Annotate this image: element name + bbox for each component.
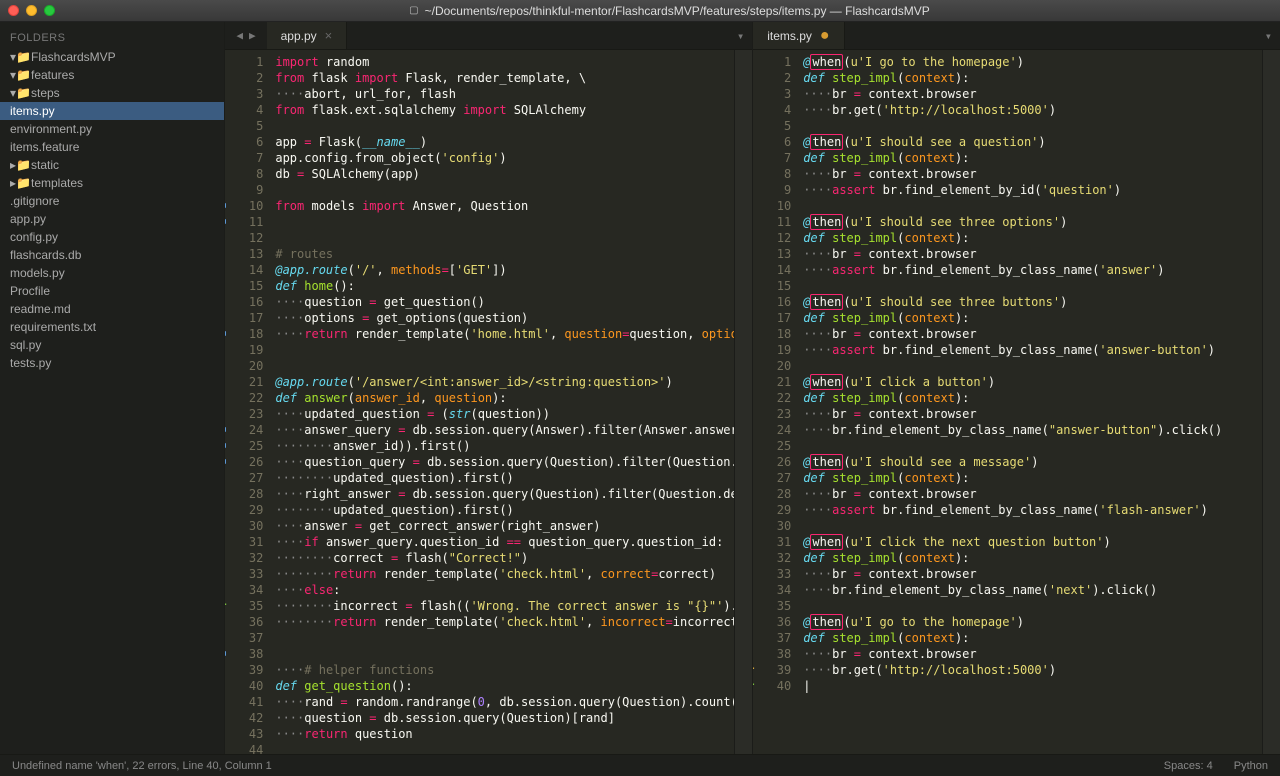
code-content[interactable]: @when(u'I go to the homepage')def step_i… xyxy=(797,50,1262,754)
file-item[interactable]: readme.md xyxy=(0,300,224,318)
code-content[interactable]: import randomfrom flask import Flask, re… xyxy=(269,50,734,754)
tab[interactable]: app.py × xyxy=(267,22,348,49)
window-controls xyxy=(8,5,55,16)
gutter: 1234567891011121314151617181920212223242… xyxy=(753,50,797,754)
file-item[interactable]: app.py xyxy=(0,210,224,228)
titlebar: ▢ ~/Documents/repos/thinkful-mentor/Flas… xyxy=(0,0,1280,22)
folder-item[interactable]: ▾📁steps xyxy=(0,84,224,102)
file-tree[interactable]: ▾📁FlashcardsMVP▾📁features▾📁stepsitems.py… xyxy=(0,48,224,372)
code-area[interactable]: 1234567891011121314151617181920212223242… xyxy=(225,50,752,754)
window-title-text: ~/Documents/repos/thinkful-mentor/Flashc… xyxy=(425,4,930,18)
tab-menu-icon[interactable]: ▾ xyxy=(1257,22,1280,49)
sidebar: FOLDERS ▾📁FlashcardsMVP▾📁features▾📁steps… xyxy=(0,22,224,754)
file-item[interactable]: Procfile xyxy=(0,282,224,300)
editor-group: ◀▶app.py×▾123456789101112131415161718192… xyxy=(224,22,1280,754)
folder-item[interactable]: ▾📁FlashcardsMVP xyxy=(0,48,224,66)
code-area[interactable]: 1234567891011121314151617181920212223242… xyxy=(753,50,1280,754)
tab-bar: items.py● ▾ xyxy=(753,22,1280,50)
sidebar-header: FOLDERS xyxy=(0,28,224,48)
file-item[interactable]: items.feature xyxy=(0,138,224,156)
folder-item[interactable]: ▸📁static xyxy=(0,156,224,174)
status-spaces[interactable]: Spaces: 4 xyxy=(1164,760,1213,772)
zoom-window-button[interactable] xyxy=(44,5,55,16)
tab-menu-icon[interactable]: ▾ xyxy=(729,22,752,49)
file-icon: ▢ xyxy=(409,5,418,16)
tab-label: app.py xyxy=(281,29,317,43)
tab-bar: ◀▶ app.py × ▾ xyxy=(225,22,752,50)
tab-label: items.py xyxy=(767,29,812,43)
gutter: 1234567891011121314151617181920212223242… xyxy=(225,50,269,754)
file-item[interactable]: requirements.txt xyxy=(0,318,224,336)
tab[interactable]: items.py● xyxy=(753,22,844,49)
file-item[interactable]: .gitignore xyxy=(0,192,224,210)
file-item[interactable]: items.py xyxy=(0,102,224,120)
file-item[interactable]: environment.py xyxy=(0,120,224,138)
status-message[interactable]: Undefined name 'when', 22 errors, Line 4… xyxy=(12,760,1146,772)
editor-pane: ◀▶ app.py × ▾ 123456789101112131415161718192… xyxy=(224,22,752,754)
minimize-window-button[interactable] xyxy=(26,5,37,16)
status-language[interactable]: Python xyxy=(1234,760,1268,772)
editor-pane: items.py● ▾ 123456789101112131415161718192… xyxy=(752,22,1280,754)
minimap[interactable] xyxy=(1262,50,1280,754)
file-item[interactable]: tests.py xyxy=(0,354,224,372)
statusbar: Undefined name 'when', 22 errors, Line 4… xyxy=(0,754,1280,776)
file-item[interactable]: models.py xyxy=(0,264,224,282)
close-tab-icon[interactable]: × xyxy=(325,28,333,43)
close-window-button[interactable] xyxy=(8,5,19,16)
folder-item[interactable]: ▾📁features xyxy=(0,66,224,84)
window-title: ▢ ~/Documents/repos/thinkful-mentor/Flas… xyxy=(67,4,1272,18)
folder-item[interactable]: ▸📁templates xyxy=(0,174,224,192)
file-item[interactable]: sql.py xyxy=(0,336,224,354)
file-item[interactable]: config.py xyxy=(0,228,224,246)
nav-back-icon[interactable]: ◀ xyxy=(233,29,246,42)
nav-forward-icon[interactable]: ▶ xyxy=(246,29,259,42)
file-item[interactable]: flashcards.db xyxy=(0,246,224,264)
minimap[interactable] xyxy=(734,50,752,754)
